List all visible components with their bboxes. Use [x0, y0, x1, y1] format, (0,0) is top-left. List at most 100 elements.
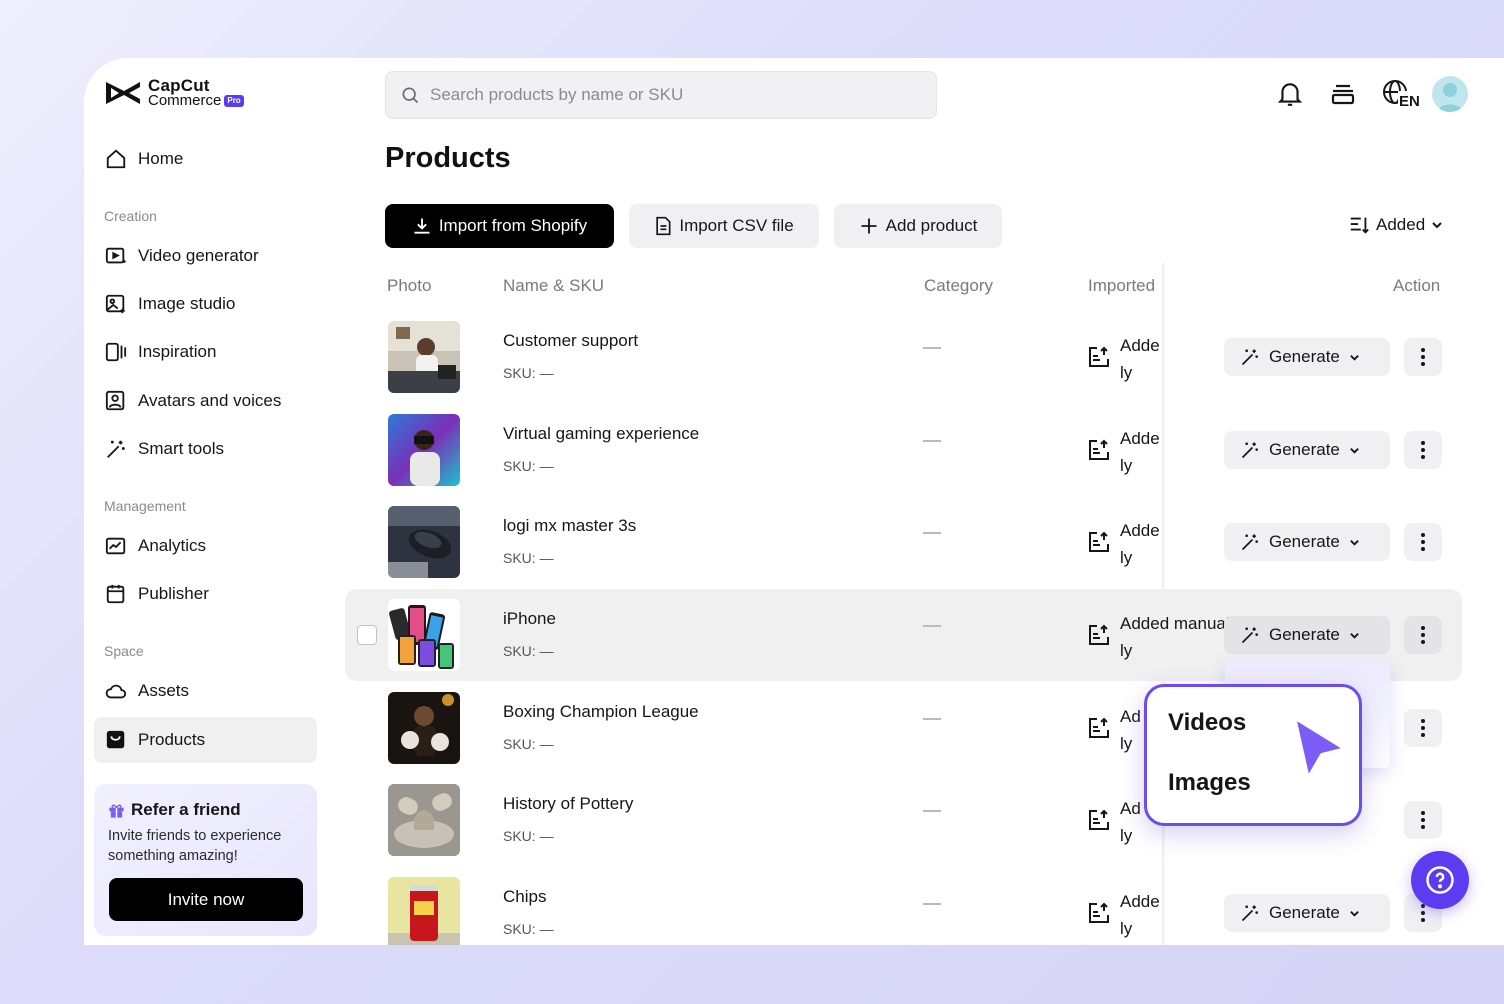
globe-language-icon[interactable]: EN [1382, 78, 1422, 110]
imported-status-line2: ly [1120, 919, 1133, 938]
more-vertical-icon [1421, 904, 1425, 922]
import-manual-icon [1089, 717, 1109, 738]
product-photo-chips [388, 877, 460, 945]
menu-item-images[interactable]: Images [1168, 769, 1251, 797]
sidebar-item-video-generator[interactable]: Video generator [94, 233, 317, 279]
sidebar-item-label: Analytics [138, 536, 207, 555]
sort-icon [1350, 217, 1369, 234]
sidebar-item-image-studio[interactable]: Image studio [94, 281, 317, 327]
table-row[interactable]: Virtual gaming experience SKU: — Adde ly … [345, 404, 1462, 496]
cloud-icon [104, 679, 128, 703]
sidebar-item-assets[interactable]: Assets [94, 668, 317, 714]
product-name[interactable]: Boxing Champion League [503, 702, 699, 722]
home-icon [104, 147, 128, 171]
product-name[interactable]: Customer support [503, 331, 638, 351]
generate-dropdown-button[interactable]: Generate [1224, 894, 1390, 932]
refer-title: Refer a friend [131, 800, 241, 819]
more-options-button[interactable] [1404, 338, 1442, 376]
product-sku: SKU: — [503, 736, 554, 752]
add-product-button[interactable]: Add product [834, 204, 1002, 248]
product-name[interactable]: History of Pottery [503, 794, 633, 814]
imported-status-line1: Adde [1120, 521, 1160, 540]
more-options-button[interactable] [1404, 801, 1442, 839]
row-checkbox[interactable] [357, 625, 377, 645]
plus-icon [861, 218, 877, 234]
avatar[interactable] [1432, 76, 1468, 112]
sidebar-item-analytics[interactable]: Analytics [94, 523, 317, 569]
chevron-down-icon [1350, 539, 1359, 546]
more-vertical-icon [1421, 719, 1425, 737]
import-csv-button[interactable]: Import CSV file [629, 204, 819, 248]
sidebar-item-publisher[interactable]: Publisher [94, 571, 317, 617]
table-row[interactable]: Chips SKU: — Adde ly Generate [345, 867, 1462, 945]
more-vertical-icon [1421, 533, 1425, 551]
import-from-shopify-button[interactable]: Import from Shopify [385, 204, 614, 248]
sidebar-item-products[interactable]: Products [94, 717, 317, 763]
search-icon [402, 87, 419, 104]
chevron-down-icon [1432, 222, 1442, 229]
imported-status-line2: ly [1120, 826, 1133, 845]
chevron-down-icon [1350, 447, 1359, 454]
column-header-name: Name & SKU [503, 276, 605, 295]
pro-badge: Pro [224, 94, 244, 107]
capcut-commerce-logo[interactable]: CapCut Commerce Pro [104, 77, 244, 108]
more-options-button[interactable] [1404, 709, 1442, 747]
table-row[interactable]: logi mx master 3s SKU: — Adde ly Generate [345, 496, 1462, 588]
more-vertical-icon [1421, 441, 1425, 459]
product-name[interactable]: Chips [503, 887, 546, 907]
product-sku: SKU: — [503, 365, 554, 381]
product-photo-boxing [388, 692, 460, 764]
imported-status: Adde ly [1120, 517, 1238, 571]
generate-dropdown-button[interactable]: Generate [1224, 431, 1390, 469]
generate-dropdown-button[interactable]: Generate [1224, 523, 1390, 561]
sidebar-item-label: Smart tools [138, 439, 224, 458]
search-bar[interactable] [385, 71, 937, 119]
category-empty-dash [923, 347, 941, 349]
sidebar-item-home[interactable]: Home [94, 136, 317, 182]
product-sku: SKU: — [503, 643, 554, 659]
import-manual-icon [1089, 809, 1109, 830]
sidebar-item-inspiration[interactable]: Inspiration [94, 329, 317, 375]
product-photo-iphone [388, 599, 460, 671]
svg-text:EN: EN [1399, 93, 1420, 109]
products-bag-icon [104, 728, 128, 752]
product-name[interactable]: iPhone [503, 609, 556, 629]
more-options-button[interactable] [1404, 431, 1442, 469]
generate-label: Generate [1269, 347, 1340, 366]
magic-wand-icon [1241, 627, 1258, 644]
imported-status-line2: ly [1120, 548, 1133, 567]
bell-icon[interactable] [1274, 78, 1306, 110]
chevron-down-icon [1350, 354, 1359, 361]
import-manual-icon [1089, 902, 1109, 923]
analytics-icon [104, 534, 128, 558]
button-label: Import from Shopify [438, 216, 588, 235]
image-studio-icon [104, 292, 128, 316]
help-button[interactable] [1411, 851, 1469, 909]
sort-dropdown[interactable]: Added [1348, 214, 1449, 236]
search-input[interactable] [430, 85, 890, 105]
more-vertical-icon [1421, 626, 1425, 644]
category-empty-dash [923, 625, 941, 627]
imported-status: Added manual ly [1120, 610, 1238, 664]
menu-item-videos[interactable]: Videos [1168, 709, 1246, 737]
section-label-space: Space [104, 643, 144, 659]
sidebar-item-avatars-voices[interactable]: Avatars and voices [94, 378, 317, 424]
import-manual-icon [1089, 624, 1109, 645]
more-options-button[interactable] [1404, 616, 1442, 654]
table-row[interactable]: Customer support SKU: — Adde ly Generate [345, 311, 1462, 403]
button-label: Add product [885, 216, 978, 235]
product-name[interactable]: Virtual gaming experience [503, 424, 699, 444]
stack-icon[interactable] [1327, 78, 1359, 110]
imported-status-line1: Adde [1120, 429, 1160, 448]
more-options-button[interactable] [1404, 523, 1442, 561]
generate-dropdown-button[interactable]: Generate [1224, 338, 1390, 376]
generate-label: Generate [1269, 903, 1340, 922]
column-header-imported: Imported [1088, 276, 1156, 295]
generate-dropdown-button[interactable]: Generate [1224, 616, 1390, 654]
imported-status: Adde ly [1120, 888, 1238, 942]
product-sku: SKU: — [503, 921, 554, 937]
sidebar-item-smart-tools[interactable]: Smart tools [94, 426, 317, 472]
product-name[interactable]: logi mx master 3s [503, 516, 636, 536]
file-icon [656, 216, 671, 236]
invite-now-button[interactable]: Invite now [109, 878, 303, 921]
